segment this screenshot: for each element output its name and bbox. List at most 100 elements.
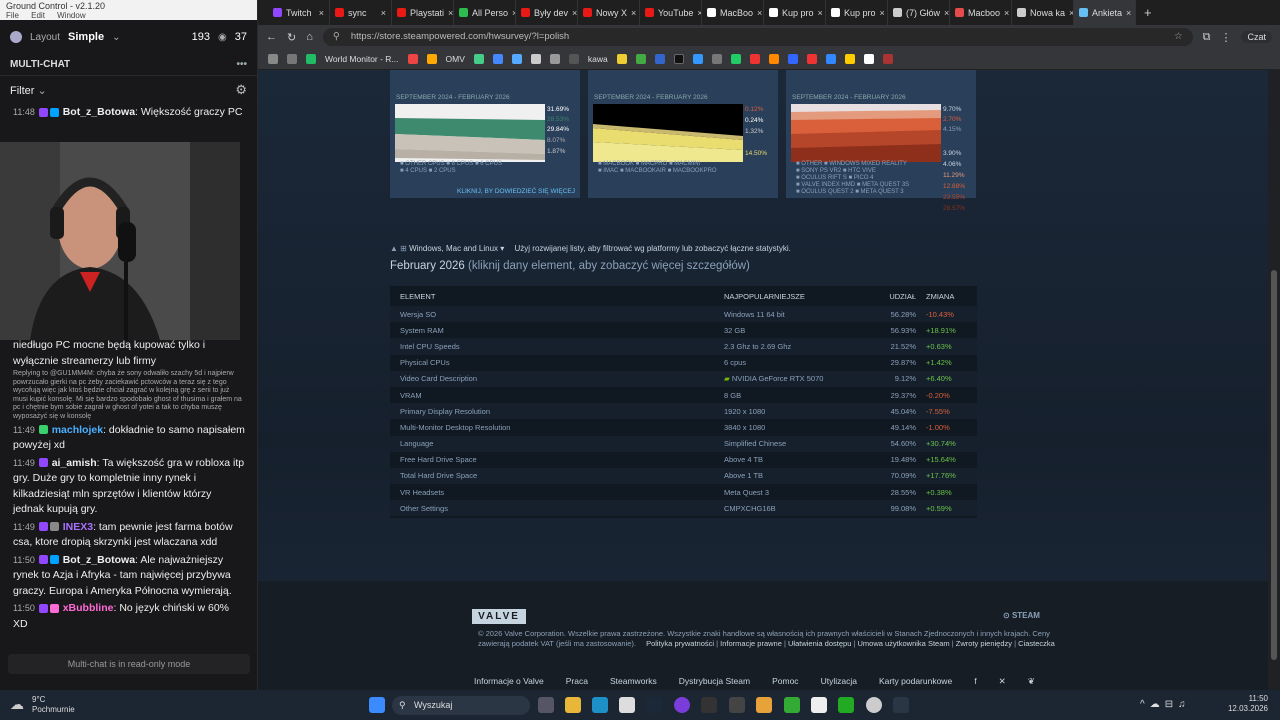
extensions-icon[interactable]: ⧉	[1203, 31, 1211, 44]
layout-select[interactable]: Simple	[68, 31, 104, 43]
table-row[interactable]: Video Card Description ▰ NVIDIA GeForce R…	[390, 370, 977, 387]
link-recycling[interactable]: Utylizacja	[821, 676, 857, 687]
bluesky-icon[interactable]: ❦	[1028, 676, 1035, 687]
bookmark-kawa[interactable]: kawa	[588, 54, 608, 64]
browser-tab[interactable]: Ankieta ×	[1074, 0, 1136, 25]
linux-icon[interactable]: ▲	[390, 244, 398, 253]
bookmark-icon[interactable]	[768, 54, 779, 64]
bookmark-icon[interactable]	[473, 54, 484, 64]
bookmark-icon[interactable]	[711, 54, 722, 64]
task-view-icon[interactable]	[538, 697, 554, 713]
bookmark-icon[interactable]	[863, 54, 874, 64]
close-tab-icon[interactable]: ×	[448, 8, 453, 18]
vr-chart-panel[interactable]: SEPTEMBER 2024 - FEBRUARY 2026 9.70% 2.7…	[786, 70, 976, 212]
valve-logo[interactable]: VALVE	[472, 609, 526, 624]
weather-widget[interactable]: 9°C Pochmurnie	[32, 695, 75, 715]
app-icon[interactable]	[838, 697, 854, 713]
browser-tab[interactable]: YouTube×	[640, 0, 702, 25]
link-cookies[interactable]: Ciasteczka	[1018, 639, 1055, 648]
back-icon[interactable]: ←	[266, 31, 277, 43]
browser-tab[interactable]: Playstati ×	[392, 0, 454, 25]
bookmark-icon[interactable]	[568, 54, 579, 64]
more-icon[interactable]: •••	[236, 59, 247, 70]
browser-tab[interactable]: Twitch ×	[268, 0, 330, 25]
table-row[interactable]: Language Simplified Chinese 54.60% +30.74%	[390, 435, 977, 452]
link-steamworks[interactable]: Steamworks	[610, 676, 657, 687]
browser-tab[interactable]: Nowy X ×	[578, 0, 640, 25]
bookmark-icon[interactable]	[492, 54, 503, 64]
bookmark-icon[interactable]	[511, 54, 522, 64]
bookmark-icon[interactable]	[730, 54, 741, 64]
xbox-icon[interactable]	[784, 697, 800, 713]
close-tab-icon[interactable]: ×	[631, 8, 636, 18]
facebook-icon[interactable]: f	[974, 676, 976, 687]
link-about-valve[interactable]: Informacje o Valve	[474, 676, 544, 687]
windows-icon[interactable]: ⊞	[400, 244, 407, 253]
bookmark-omv[interactable]: OMV	[446, 54, 465, 64]
bookmark-icon[interactable]	[844, 54, 855, 64]
link-accessibility[interactable]: Ułatwienia dostępu	[788, 639, 851, 648]
profile-button[interactable]: Czat	[1241, 31, 1272, 43]
star-icon[interactable]: ☆	[1174, 28, 1183, 46]
file-explorer-icon[interactable]	[565, 697, 581, 713]
browser-tab[interactable]: sync ×	[330, 0, 392, 25]
link-support[interactable]: Pomoc	[772, 676, 798, 687]
link-legal[interactable]: Informacje prawne	[720, 639, 782, 648]
message-user[interactable]: Bot_z_Botowa	[63, 554, 135, 566]
menu-window[interactable]: Window	[57, 11, 85, 20]
table-row[interactable]: VRAM 8 GB 29.37% -0.20%	[390, 387, 977, 403]
link-privacy[interactable]: Polityka prywatności	[646, 639, 714, 648]
bookmark-icon[interactable]	[787, 54, 798, 64]
bookmark-icon[interactable]	[306, 54, 316, 64]
new-tab-icon[interactable]: +	[1144, 5, 1152, 20]
browser-tab[interactable]: Kup pro ×	[764, 0, 826, 25]
app-icon[interactable]	[756, 697, 772, 713]
browser-tab[interactable]: All Perso×	[454, 0, 516, 25]
tray-icons[interactable]: ^☁⊟♫	[1140, 699, 1191, 710]
bookmark-icon[interactable]	[287, 54, 297, 64]
table-row[interactable]: Wersja SO Windows 11 64 bit 56.28% -10.43%	[390, 306, 977, 323]
address-input[interactable]: ⚲ https://store.steampowered.com/hwsurve…	[322, 28, 1193, 46]
table-row[interactable]: Intel CPU Speeds 2.3 Ghz to 2.69 Ghz 21.52…	[390, 338, 977, 355]
table-row[interactable]: System RAM 32 GB 56.93% +18.91%	[390, 322, 977, 338]
link-gift-cards[interactable]: Karty podarunkowe	[879, 676, 952, 687]
table-row[interactable]: Total Hard Drive Space Above 1 TB 70.09% +1…	[390, 467, 977, 485]
message-user[interactable]: xBubbline	[63, 602, 114, 614]
message-user[interactable]: machlojek	[52, 424, 103, 436]
close-tab-icon[interactable]: ×	[1004, 8, 1009, 18]
taskbar-clock[interactable]: 11:50 12.03.2026	[1228, 694, 1268, 714]
browser-tab[interactable]: Kup pro ×	[826, 0, 888, 25]
bookmark-icon[interactable]	[268, 54, 278, 64]
bookmark-icon[interactable]	[825, 54, 836, 64]
table-row[interactable]: Other Settings CMPXCHG16B 99.08% +0.59%	[390, 500, 977, 517]
table-row[interactable]: Primary Display Resolution 1920 x 1080 45.…	[390, 403, 977, 420]
browser-tab[interactable]: Macboo ×	[950, 0, 1012, 25]
link-refunds[interactable]: Zwroty pieniędzy	[956, 639, 1012, 648]
bookmark-icon[interactable]	[673, 54, 684, 64]
close-tab-icon[interactable]: ×	[1126, 8, 1131, 18]
bookmark-icon[interactable]	[882, 54, 893, 64]
table-row[interactable]: VR Headsets Meta Quest 3 28.55% +0.38%	[390, 484, 977, 500]
bookmark-icon[interactable]	[426, 54, 437, 64]
x-icon[interactable]: ✕	[999, 676, 1006, 687]
bookmark-icon[interactable]	[806, 54, 817, 64]
bookmark-icon[interactable]	[635, 54, 646, 64]
close-tab-icon[interactable]: ×	[572, 8, 577, 18]
page-scrollbar[interactable]	[1268, 70, 1280, 690]
message-user[interactable]: Bot_z_Botowa	[63, 106, 135, 118]
reload-icon[interactable]: ↻	[287, 31, 296, 44]
table-row[interactable]: Physical CPUs 6 cpus 29.87% +1.42%	[390, 355, 977, 371]
terminal-icon[interactable]	[729, 697, 745, 713]
scrollbar-thumb[interactable]	[1271, 270, 1277, 660]
cpu-chart-panel[interactable]: SEPTEMBER 2024 - FEBRUARY 2026 31.69% 28…	[390, 70, 580, 198]
bookmark-icon[interactable]	[654, 54, 665, 64]
menu-file[interactable]: File	[6, 11, 19, 20]
mac-chart-panel[interactable]: SEPTEMBER 2024 - FEBRUARY 2026 0.12% 0.2…	[588, 70, 778, 198]
taskbar-search[interactable]: ⚲ Wyszukaj	[392, 696, 530, 715]
chrome-icon[interactable]	[866, 697, 882, 713]
close-tab-icon[interactable]: ×	[818, 8, 823, 18]
link-jobs[interactable]: Praca	[566, 676, 588, 687]
store-icon[interactable]	[619, 697, 635, 713]
bookmark-icon[interactable]	[749, 54, 760, 64]
filter-dropdown[interactable]: Filter ⌄	[10, 84, 47, 97]
